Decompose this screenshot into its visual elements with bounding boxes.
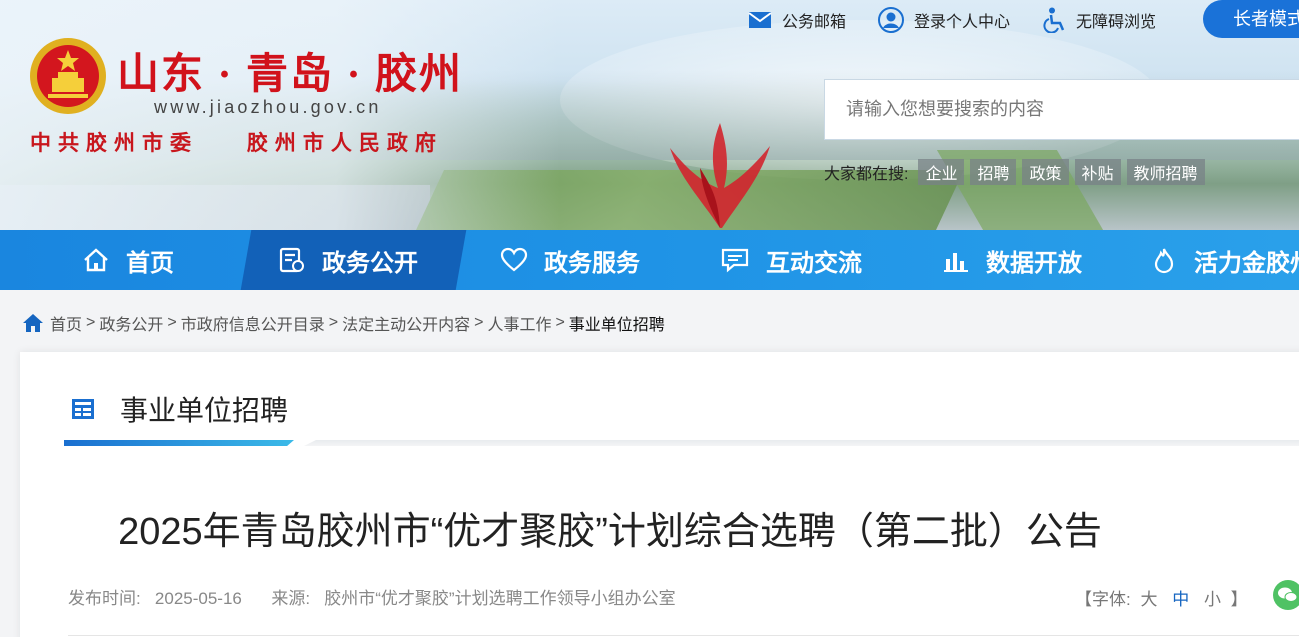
breadcrumb-link[interactable]: 政务公开 [99, 311, 163, 335]
section-divider [64, 440, 1299, 446]
breadcrumb-separator: > [474, 314, 484, 331]
org-party-committee: 中共胶州市委 [30, 132, 198, 155]
hot-tag[interactable]: 政策 [1022, 159, 1069, 185]
font-size-label-close: 】 [1230, 590, 1248, 609]
chat-icon [721, 248, 749, 273]
publish-label: 发布时间: [68, 589, 141, 608]
hot-tag[interactable]: 教师招聘 [1126, 159, 1205, 185]
nav-item-label: 政务公开 [322, 249, 418, 277]
flame-icon [1154, 248, 1174, 274]
meta-divider [68, 635, 1299, 636]
breadcrumb-link[interactable]: 首页 [50, 311, 82, 335]
section-title: 事业单位招聘 [120, 395, 289, 426]
site-url: www.jiaozhou.gov.cn [154, 97, 382, 117]
breadcrumb-link[interactable]: 市政府信息公开目录 [181, 311, 325, 335]
accessible-link-label: 无障碍浏览 [1076, 14, 1157, 31]
nav-item-gov-affairs[interactable]: 政务公开 [278, 230, 418, 290]
font-large-button[interactable]: 大 [1140, 590, 1157, 609]
nav-item-label: 活力金胶州 [1194, 249, 1299, 277]
wechat-share-icon[interactable] [1273, 580, 1299, 610]
top-links: 公务邮箱 登录个人中心 无障碍浏览 [748, 6, 1188, 34]
nav-item-gov-service[interactable]: 政务服务 [500, 230, 640, 290]
user-icon [878, 7, 905, 33]
font-medium-button[interactable]: 中 [1172, 590, 1189, 609]
nav-item-home[interactable]: 首页 [82, 230, 174, 290]
national-emblem-icon [30, 38, 106, 114]
nav-item-label: 互动交流 [766, 249, 862, 277]
source-value: 胶州市“优才聚胶”计划选聘工作领导小组办公室 [324, 589, 676, 608]
font-size-switcher: 【字体: 大 中 小 】 [1075, 585, 1248, 610]
wheelchair-icon [1043, 7, 1065, 33]
home-icon [23, 314, 43, 332]
nav-item-label: 首页 [126, 249, 174, 277]
login-link[interactable]: 登录个人中心 [878, 7, 1010, 33]
nav-item-open-data[interactable]: 数据开放 [942, 230, 1082, 290]
content-card: 事业单位招聘 2025年青岛胶州市“优才聚胶”计划综合选聘（第二批）公告 发布时… [20, 352, 1299, 637]
bar-chart-icon [944, 253, 968, 272]
font-size-label-open: 【字体: [1075, 590, 1131, 609]
publish-date: 2025-05-16 [154, 589, 242, 608]
breadcrumb-link[interactable]: 法定主动公开内容 [342, 311, 470, 335]
main-nav: 首页 政务公开 政务服务 互动交流 数据开放 活力金胶州 [0, 230, 1299, 290]
site-title: 山东 · 青岛 · 胶州 [117, 52, 464, 98]
search-box [824, 79, 1299, 140]
article-title: 2025年青岛胶州市“优才聚胶”计划综合选聘（第二批）公告 [118, 511, 1102, 553]
mail-link[interactable]: 公务邮箱 [748, 8, 846, 32]
breadcrumb-separator: > [86, 314, 96, 331]
org-government: 胶州市人民政府 [246, 132, 443, 155]
org-names: 中共胶州市委 胶州市人民政府 [30, 127, 479, 157]
hot-tag[interactable]: 补贴 [1074, 159, 1121, 185]
nav-item-interaction[interactable]: 互动交流 [720, 230, 862, 290]
breadcrumb-current[interactable]: 事业单位招聘 [569, 311, 665, 335]
article-meta: 发布时间: 2025-05-16 来源: 胶州市“优才聚胶”计划选聘工作领导小组… [68, 584, 676, 609]
accessible-link[interactable]: 无障碍浏览 [1042, 7, 1156, 33]
hot-search-label: 大家都在搜: [824, 166, 909, 183]
red-sculpture-image [670, 123, 770, 228]
login-link-label: 登录个人中心 [914, 14, 1011, 31]
search-input[interactable] [825, 80, 1299, 139]
document-icon [279, 247, 304, 273]
breadcrumb-separator: > [555, 314, 565, 331]
mail-icon [748, 12, 772, 28]
breadcrumb-link[interactable]: 人事工作 [487, 311, 551, 335]
nav-item-label: 数据开放 [986, 249, 1082, 277]
breadcrumb: 首页 > 政务公开 > 市政府信息公开目录 > 法定主动公开内容 > 人事工作 … [22, 311, 665, 335]
wechat-icon [1278, 587, 1298, 602]
breadcrumb-separator: > [167, 314, 177, 331]
breadcrumb-separator: > [328, 314, 339, 331]
font-small-button[interactable]: 小 [1204, 590, 1221, 609]
list-icon [72, 399, 94, 419]
section-header: 事业单位招聘 [72, 389, 288, 429]
hot-searches: 大家都在搜: 企业 招聘 政策 补贴 教师招聘 [824, 159, 1205, 185]
heart-icon [500, 247, 528, 272]
elder-mode-button[interactable]: 长者模式 [1203, 0, 1299, 38]
mail-link-label: 公务邮箱 [782, 14, 847, 31]
source-label: 来源: [271, 589, 311, 608]
nav-item-vitality[interactable]: 活力金胶州 [1150, 230, 1299, 290]
nav-item-label: 政务服务 [544, 249, 640, 277]
hot-tag[interactable]: 企业 [918, 159, 965, 185]
hot-tag[interactable]: 招聘 [970, 159, 1017, 185]
home-icon [84, 248, 108, 272]
